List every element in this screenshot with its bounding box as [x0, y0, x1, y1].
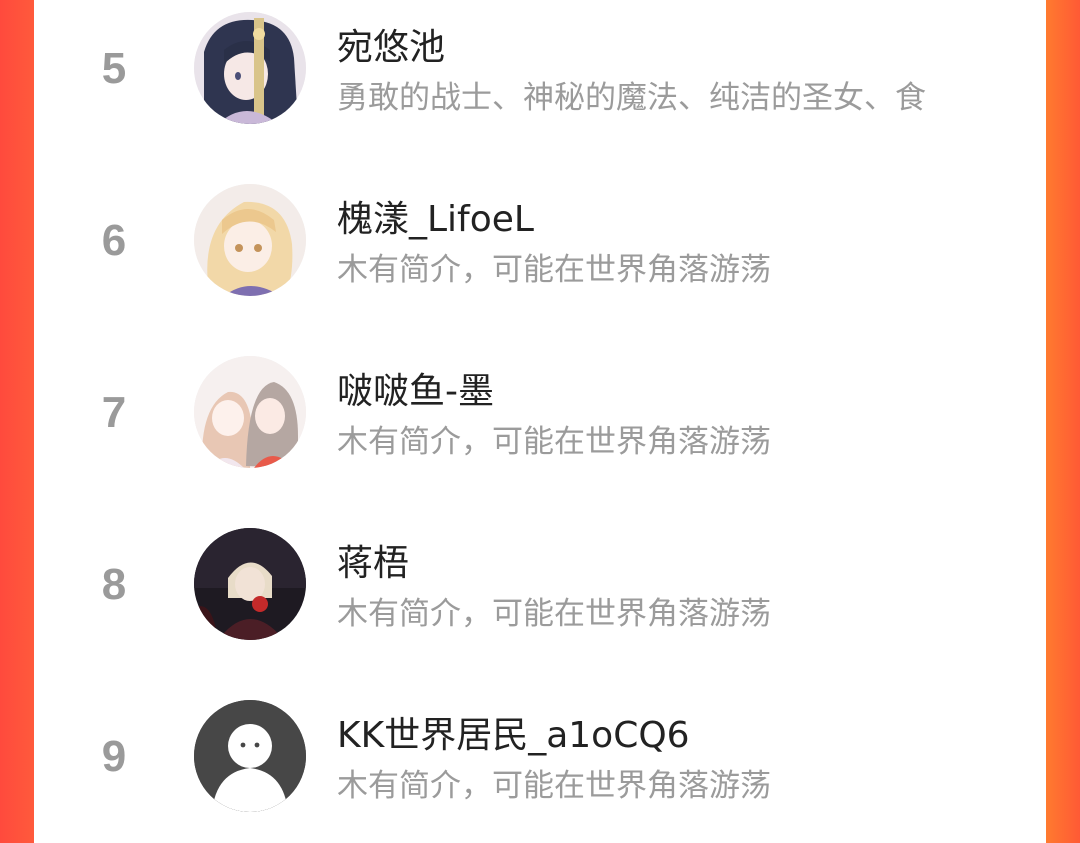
anime-avatar-blonde-icon[interactable] [194, 184, 306, 296]
anime-avatar-dark-scene-icon[interactable] [194, 528, 306, 640]
list-item[interactable]: 9 KK世界居民_a1oCQ6 木有简介，可能在世界角落游荡 [34, 688, 1046, 838]
list-item[interactable]: 5 宛悠池 勇敢的战士、神秘的魔法、纯洁的圣女、食 [34, 0, 1046, 150]
user-bio: 木有简介，可能在世界角落游荡 [337, 596, 771, 632]
user-bio: 勇敢的战士、神秘的魔法、纯洁的圣女、食 [337, 80, 926, 116]
user-bio: 木有简介，可能在世界角落游荡 [337, 768, 771, 804]
user-name[interactable]: 宛悠池 [337, 18, 445, 70]
user-bio: 木有简介，可能在世界角落游荡 [337, 424, 771, 460]
user-bio: 木有简介，可能在世界角落游荡 [337, 252, 771, 288]
rank-number: 5 [101, 44, 127, 93]
ranking-list: 5 宛悠池 勇敢的战士、神秘的魔法、纯洁的圣女、食 6 槐漾_LifoeL 木有… [34, 0, 1046, 843]
rank-number: 8 [101, 560, 127, 609]
rank-number: 9 [101, 732, 127, 781]
rank-number: 7 [101, 388, 127, 437]
list-item[interactable]: 8 蒋梧 木有简介，可能在世界角落游荡 [34, 516, 1046, 666]
user-name[interactable]: 蒋梧 [337, 534, 409, 586]
user-name[interactable]: KK世界居民_a1oCQ6 [337, 706, 690, 758]
list-item[interactable]: 7 啵啵鱼-墨 木有简介，可能在世界角落游荡 [34, 344, 1046, 494]
default-user-avatar-icon[interactable] [194, 700, 306, 812]
anime-avatar-dark-hair-icon[interactable] [194, 12, 306, 124]
list-item[interactable]: 6 槐漾_LifoeL 木有简介，可能在世界角落游荡 [34, 172, 1046, 322]
rank-number: 6 [101, 216, 127, 265]
user-name[interactable]: 槐漾_LifoeL [337, 190, 534, 242]
anime-avatar-pair-icon[interactable] [194, 356, 306, 468]
user-name[interactable]: 啵啵鱼-墨 [337, 362, 494, 414]
